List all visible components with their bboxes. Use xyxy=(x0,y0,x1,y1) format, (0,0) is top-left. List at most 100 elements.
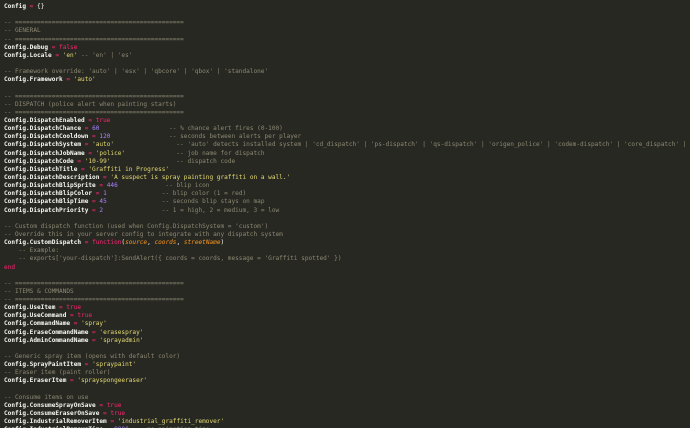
code-line[interactable]: -- Consume items on use xyxy=(4,394,690,402)
operator: = xyxy=(95,401,107,409)
string-literal: 'spraypaint' xyxy=(92,361,137,369)
keyword: function xyxy=(92,239,122,247)
string-literal: '10-99' xyxy=(84,157,111,165)
comment: -- =====================================… xyxy=(4,35,184,43)
parameter: source xyxy=(125,239,148,247)
identifier: Config.DispatchCode xyxy=(4,157,74,165)
code-line[interactable]: Config.DispatchCode = '10-99' -- dispatc… xyxy=(4,158,690,166)
code-line[interactable]: Config.DispatchCooldown = 120 -- seconds… xyxy=(4,133,690,141)
code-line[interactable]: Config.DispatchChance = 60 -- % chance a… xyxy=(4,125,690,133)
punctuation: , xyxy=(176,239,184,247)
code-line[interactable]: Config.DispatchEnabled = true xyxy=(4,117,690,125)
keyword: true xyxy=(66,304,82,312)
code-line[interactable]: Config.EraserItem = 'sprayspongeeraser' xyxy=(4,377,690,385)
operator: = xyxy=(92,190,104,198)
code-line[interactable]: -- =====================================… xyxy=(4,19,690,27)
code-line[interactable]: Config.DispatchDescription = 'A suspect … xyxy=(4,174,690,182)
identifier: Config.DispatchBlipTime xyxy=(4,198,89,206)
string-literal: 'industrial_graffiti_remover' xyxy=(117,418,225,426)
comment: -- dispatch code xyxy=(110,157,236,165)
code-line[interactable]: Config.CustomDispatch = function(source,… xyxy=(4,239,690,247)
number-literal: 120 xyxy=(99,133,111,141)
comment: -- blip icon xyxy=(117,182,210,190)
code-line[interactable] xyxy=(4,386,690,394)
code-line[interactable] xyxy=(4,60,690,68)
operator: = xyxy=(88,133,100,141)
identifier: Config.IndustrialRemoverItem xyxy=(4,418,107,426)
code-line[interactable]: end xyxy=(4,264,690,272)
code-line[interactable]: -- =====================================… xyxy=(4,296,690,304)
code-line[interactable] xyxy=(4,272,690,280)
code-line[interactable]: -- =====================================… xyxy=(4,280,690,288)
number-literal: 446 xyxy=(106,182,118,190)
comment: -- seconds blip stays on map xyxy=(106,198,265,206)
code-line[interactable]: -- GENERAL xyxy=(4,27,690,35)
code-content: Config = {} -- ==========================… xyxy=(4,3,690,428)
parameter: coords xyxy=(154,239,177,247)
code-line[interactable]: -- Example: xyxy=(4,247,690,255)
code-line[interactable]: -- DISPATCH (police alert when painting … xyxy=(4,101,690,109)
operator: = xyxy=(26,3,38,10)
code-line[interactable]: Config.SprayPaintItem = 'spraypaint' xyxy=(4,361,690,369)
code-line[interactable]: Config.DispatchBlipColor = 1 -- blip col… xyxy=(4,190,690,198)
code-line[interactable]: Config.DispatchBlipTime = 45 -- seconds … xyxy=(4,198,690,206)
identifier: Config.UseCommand xyxy=(4,312,67,320)
code-line[interactable]: Config.DispatchBlipSprite = 446 -- blip … xyxy=(4,182,690,190)
code-line[interactable]: Config.ConsumeSprayOnSave = true xyxy=(4,402,690,410)
code-line[interactable]: Config.Framework = 'auto' xyxy=(4,76,690,84)
code-line[interactable]: Config.CommandName = 'spray' xyxy=(4,320,690,328)
identifier: Config.DispatchBlipSprite xyxy=(4,182,96,190)
operator: = xyxy=(106,418,118,426)
code-line[interactable]: -- =====================================… xyxy=(4,93,690,101)
operator: = xyxy=(62,76,74,84)
code-line[interactable]: Config.DispatchJobName = 'police' -- job… xyxy=(4,150,690,158)
code-line[interactable]: Config.DispatchSystem = 'auto' -- 'auto'… xyxy=(4,141,690,149)
code-line[interactable]: Config.Locale = 'en' -- 'en' | 'es' xyxy=(4,52,690,60)
code-line[interactable]: Config.UseItem = true xyxy=(4,304,690,312)
code-line[interactable]: Config.IndustrialRemoverItem = 'industri… xyxy=(4,418,690,426)
code-editor[interactable]: Config = {} -- ==========================… xyxy=(0,0,690,428)
code-line[interactable]: -- exports['your-dispatch']:SendAlert({ … xyxy=(4,255,690,263)
code-line[interactable]: -- Generic spray item (opens with defaul… xyxy=(4,353,690,361)
operator: = xyxy=(81,125,93,133)
operator: = xyxy=(48,43,60,51)
code-line[interactable]: -- =====================================… xyxy=(4,109,690,117)
keyword: true xyxy=(106,401,122,409)
keyword: true xyxy=(110,410,126,418)
code-line[interactable]: Config.ConsumeEraserOnSave = true xyxy=(4,410,690,418)
operator: = xyxy=(84,149,96,157)
code-line[interactable] xyxy=(4,215,690,223)
code-line[interactable]: Config.UseCommand = true xyxy=(4,312,690,320)
code-line[interactable]: -- ITEMS & COMMANDS xyxy=(4,288,690,296)
code-line[interactable]: -- Framework override: 'auto' | 'esx' | … xyxy=(4,68,690,76)
code-line[interactable]: Config.DispatchTitle = 'Graffiti in Prog… xyxy=(4,166,690,174)
operator: = xyxy=(81,361,93,369)
operator: = xyxy=(51,51,63,59)
keyword: true xyxy=(77,312,93,320)
code-line[interactable]: Config.Debug = false xyxy=(4,44,690,52)
operator: = xyxy=(99,173,111,181)
code-line[interactable]: -- Eraser item (paint roller) xyxy=(4,369,690,377)
code-line[interactable] xyxy=(4,345,690,353)
code-line[interactable] xyxy=(4,11,690,19)
code-line[interactable]: -- Override this in your server config t… xyxy=(4,231,690,239)
code-line[interactable]: Config.DispatchPriority = 2 -- 1 = high,… xyxy=(4,207,690,215)
operator: = xyxy=(88,198,100,206)
identifier: Config.DispatchEnabled xyxy=(4,116,85,124)
operator: = xyxy=(66,377,78,385)
identifier: Config.SprayPaintItem xyxy=(4,361,82,369)
string-literal: 'spray' xyxy=(81,320,107,328)
comment: -- =====================================… xyxy=(4,296,184,304)
code-line[interactable]: Config.AdminCommandName = 'sprayadmin' xyxy=(4,337,690,345)
identifier: Config.ConsumeSprayOnSave xyxy=(4,401,96,409)
code-line[interactable]: -- =====================================… xyxy=(4,36,690,44)
comment: -- exports['your-dispatch']:SendAlert({ … xyxy=(4,255,342,263)
keyword: end xyxy=(4,263,16,271)
operator: = xyxy=(88,336,100,344)
identifier: Config.Debug xyxy=(4,43,49,51)
comment: -- job name for dispatch xyxy=(125,149,265,157)
code-line[interactable]: Config = {} xyxy=(4,3,690,11)
code-line[interactable] xyxy=(4,84,690,92)
code-line[interactable]: -- Custom dispatch function (used when C… xyxy=(4,223,690,231)
code-line[interactable]: Config.EraseCommandName = 'erasespray' xyxy=(4,329,690,337)
